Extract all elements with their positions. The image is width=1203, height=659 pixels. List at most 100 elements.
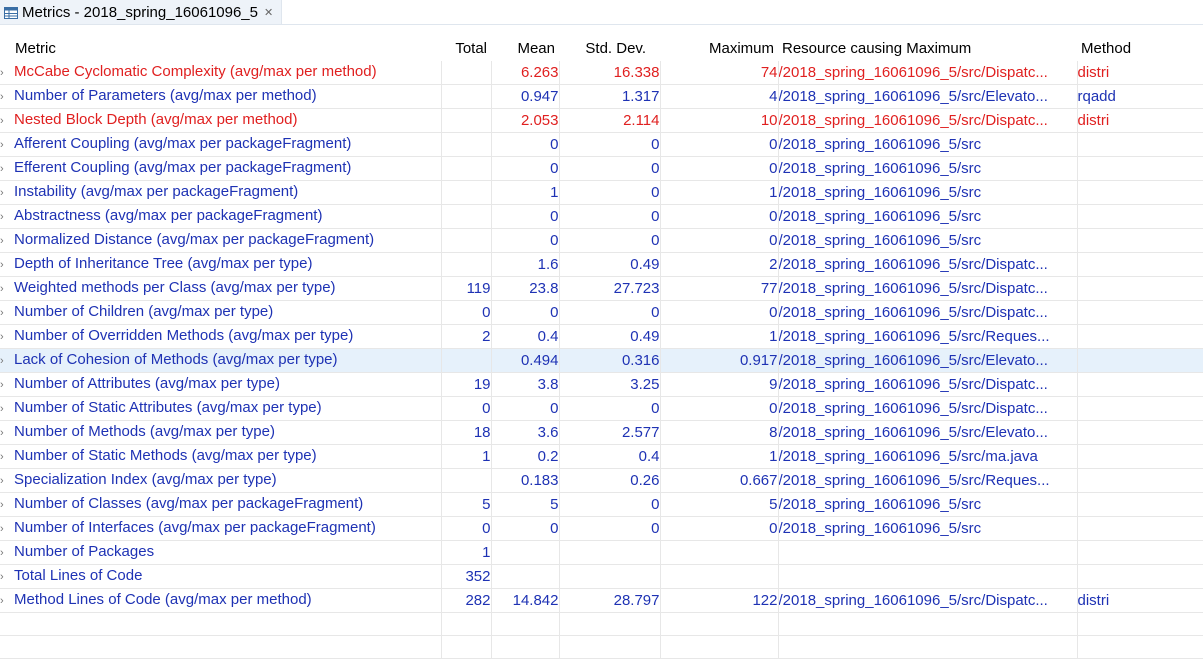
table-row[interactable]: › Efferent Coupling (avg/max per packageF… — [0, 156, 1203, 181]
chevron-right-icon[interactable]: › — [0, 206, 14, 228]
resource-link: /2018_spring_16061096_5/src/Elevato... — [778, 84, 1078, 109]
column-header-mean[interactable]: Mean — [491, 37, 559, 61]
column-header-std-dev[interactable]: Std. Dev. — [559, 37, 660, 61]
chevron-right-icon[interactable]: › — [0, 182, 14, 204]
table-row[interactable]: › Afferent Coupling (avg/max per packageF… — [0, 132, 1203, 157]
table-row[interactable]: › Specialization Index (avg/max per type)… — [0, 468, 1203, 493]
std-dev-value: 0 — [559, 516, 661, 541]
table-row[interactable]: › Weighted methods per Class (avg/max per… — [0, 276, 1203, 301]
table-row[interactable]: › Instability (avg/max per packageFragmen… — [0, 180, 1203, 205]
method-name — [1077, 396, 1203, 421]
chevron-right-icon[interactable]: › — [0, 158, 14, 180]
table-row[interactable]: › Number of Packages 1 — [0, 540, 1203, 565]
chevron-right-icon[interactable]: › — [0, 62, 14, 84]
chevron-right-icon[interactable]: › — [0, 374, 14, 396]
table-row[interactable]: › Number of Static Attributes (avg/max pe… — [0, 396, 1203, 421]
table-row[interactable]: › Number of Parameters (avg/max per metho… — [0, 84, 1203, 109]
chevron-right-icon[interactable]: › — [0, 446, 14, 468]
total-value: 1 — [441, 444, 492, 469]
empty-cell — [1077, 612, 1203, 636]
tab-metrics[interactable]: Metrics - 2018_spring_16061096_5 ✕ — [0, 0, 283, 24]
chevron-right-icon[interactable]: › — [0, 350, 14, 372]
chevron-right-icon[interactable]: › — [0, 278, 14, 300]
std-dev-value: 27.723 — [559, 276, 661, 301]
table-row[interactable]: › Normalized Distance (avg/max per packag… — [0, 228, 1203, 253]
table-row[interactable]: › Total Lines of Code 352 — [0, 564, 1203, 589]
metric-label: Normalized Distance (avg/max per package… — [14, 231, 375, 248]
metric-name: › Number of Attributes (avg/max per type) — [0, 372, 442, 397]
column-header-total[interactable]: Total — [441, 37, 491, 61]
resource-link: /2018_spring_16061096_5/src/Dispatc... — [778, 108, 1078, 133]
resource-link: /2018_spring_16061096_5/src/Elevato... — [778, 348, 1078, 373]
chevron-right-icon[interactable]: › — [0, 86, 14, 108]
method-name — [1077, 564, 1203, 589]
column-header-maximum[interactable]: Maximum — [660, 37, 778, 61]
metric-label: Abstractness (avg/max per packageFragmen… — [14, 207, 323, 224]
resource-link: /2018_spring_16061096_5/src — [778, 492, 1078, 517]
table-row[interactable]: › Number of Interfaces (avg/max per packa… — [0, 516, 1203, 541]
maximum-value: 1 — [660, 180, 779, 205]
std-dev-value: 1.317 — [559, 84, 661, 109]
metric-label: Number of Attributes (avg/max per type) — [14, 375, 280, 392]
chevron-right-icon[interactable]: › — [0, 422, 14, 444]
total-value: 119 — [441, 276, 492, 301]
chevron-right-icon[interactable]: › — [0, 566, 14, 588]
mean-value: 0.494 — [491, 348, 560, 373]
maximum-value: 2 — [660, 252, 779, 277]
table-row[interactable]: › Nested Block Depth (avg/max per method)… — [0, 108, 1203, 133]
chevron-right-icon[interactable]: › — [0, 518, 14, 540]
table-row[interactable]: › Depth of Inheritance Tree (avg/max per … — [0, 252, 1203, 277]
table-row[interactable]: › Lack of Cohesion of Methods (avg/max pe… — [0, 348, 1203, 373]
std-dev-value: 0.49 — [559, 324, 661, 349]
resource-link: /2018_spring_16061096_5/src — [778, 156, 1078, 181]
chevron-right-icon[interactable]: › — [0, 590, 14, 612]
table-row[interactable]: › McCabe Cyclomatic Complexity (avg/max p… — [0, 61, 1203, 85]
maximum-value: 0 — [660, 204, 779, 229]
mean-value: 6.263 — [491, 61, 560, 85]
chevron-right-icon[interactable]: › — [0, 326, 14, 348]
table-row[interactable]: › Number of Children (avg/max per type) 0 0… — [0, 300, 1203, 325]
chevron-right-icon[interactable]: › — [0, 494, 14, 516]
chevron-right-icon[interactable]: › — [0, 134, 14, 156]
table-row[interactable]: › Number of Overridden Methods (avg/max p… — [0, 324, 1203, 349]
maximum-value: 0 — [660, 156, 779, 181]
chevron-right-icon[interactable]: › — [0, 254, 14, 276]
close-icon[interactable]: ✕ — [264, 6, 273, 19]
resource-link: /2018_spring_16061096_5/src — [778, 228, 1078, 253]
tab-title: Metrics - 2018_spring_16061096_5 — [22, 3, 258, 21]
metric-label: Number of Parameters (avg/max per method… — [14, 87, 317, 104]
std-dev-value — [559, 540, 661, 565]
mean-value — [491, 540, 560, 565]
chevron-right-icon[interactable]: › — [0, 542, 14, 564]
resource-link: /2018_spring_16061096_5/src/Reques... — [778, 468, 1078, 493]
chevron-right-icon[interactable]: › — [0, 470, 14, 492]
table-row[interactable]: › Number of Static Methods (avg/max per t… — [0, 444, 1203, 469]
chevron-right-icon[interactable]: › — [0, 230, 14, 252]
metric-label: Weighted methods per Class (avg/max per … — [14, 279, 336, 296]
chevron-right-icon[interactable]: › — [0, 110, 14, 132]
mean-value: 0 — [491, 204, 560, 229]
total-value: 0 — [441, 300, 492, 325]
empty-row — [0, 635, 1203, 659]
table-row[interactable]: › Number of Methods (avg/max per type) 18 3… — [0, 420, 1203, 445]
table-row[interactable]: › Number of Attributes (avg/max per type)… — [0, 372, 1203, 397]
table-row[interactable]: › Number of Classes (avg/max per packageF… — [0, 492, 1203, 517]
column-header-resource[interactable]: Resource causing Maximum — [778, 37, 1077, 61]
chevron-right-icon[interactable]: › — [0, 398, 14, 420]
metric-name: › McCabe Cyclomatic Complexity (avg/max p… — [0, 61, 442, 85]
column-header-metric[interactable]: Metric — [0, 37, 441, 61]
maximum-value: 74 — [660, 61, 779, 85]
metric-label: Total Lines of Code — [14, 567, 143, 584]
mean-value: 3.8 — [491, 372, 560, 397]
table-row[interactable]: › Abstractness (avg/max per packageFragme… — [0, 204, 1203, 229]
mean-value: 0.4 — [491, 324, 560, 349]
method-name — [1077, 420, 1203, 445]
maximum-value: 0 — [660, 516, 779, 541]
std-dev-value: 0.4 — [559, 444, 661, 469]
metric-label: Number of Classes (avg/max per packageFr… — [14, 495, 364, 512]
chevron-right-icon[interactable]: › — [0, 302, 14, 324]
method-name — [1077, 300, 1203, 325]
resource-link: /2018_spring_16061096_5/src/Dispatc... — [778, 588, 1078, 613]
column-header-method[interactable]: Method — [1077, 37, 1203, 61]
table-row[interactable]: › Method Lines of Code (avg/max per metho… — [0, 588, 1203, 613]
